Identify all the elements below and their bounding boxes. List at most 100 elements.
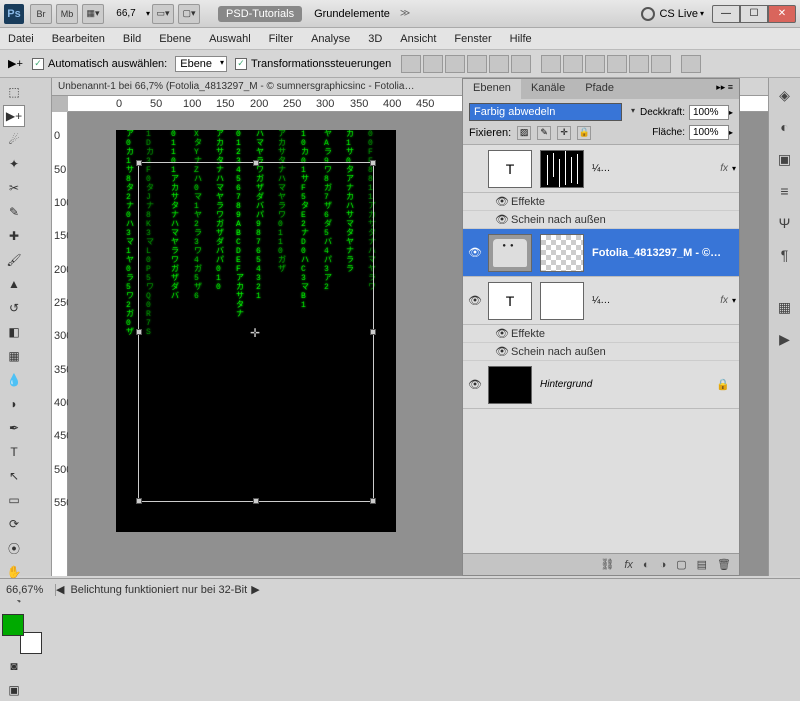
opacity-input[interactable]: 100% <box>689 105 729 120</box>
dock-para-icon[interactable]: ¶ <box>774 244 796 266</box>
handle-mid-right[interactable] <box>370 329 376 335</box>
panel-menu-icon[interactable]: ▸▸ ≡ <box>710 79 739 99</box>
visibility-icon[interactable]: 👁 <box>466 246 484 259</box>
type-tool[interactable]: T <box>3 441 25 463</box>
visibility-icon[interactable]: 👁 <box>466 294 484 307</box>
cs-live[interactable]: CS Live▾ <box>641 7 704 21</box>
dock-history-icon[interactable]: ≡ <box>774 180 796 202</box>
menu-analysis[interactable]: Analyse <box>311 33 350 45</box>
menu-image[interactable]: Bild <box>123 33 141 45</box>
gradient-tool[interactable]: ▦ <box>3 345 25 367</box>
handle-bot-left[interactable] <box>136 498 142 504</box>
lock-trans-icon[interactable]: ▨ <box>517 126 531 140</box>
3d-tool[interactable]: ⟳ <box>3 513 25 535</box>
workspace-more-icon[interactable]: ≫ <box>400 8 410 19</box>
layer-name[interactable]: ¼… <box>588 295 720 306</box>
menu-layer[interactable]: Ebene <box>159 33 191 45</box>
dock-actions-icon[interactable]: ▶ <box>774 328 796 350</box>
menu-filter[interactable]: Filter <box>269 33 293 45</box>
group-icon[interactable]: ▢ <box>676 558 686 571</box>
history-tool[interactable]: ↺ <box>3 297 25 319</box>
eraser-tool[interactable]: ◧ <box>3 321 25 343</box>
foreground-color[interactable] <box>2 614 24 636</box>
layer-thumb-text[interactable]: T <box>488 150 532 188</box>
lock-pos-icon[interactable]: ✛ <box>557 126 571 140</box>
path-tool[interactable]: ↖ <box>3 465 25 487</box>
window-minimize-button[interactable]: — <box>712 5 740 23</box>
tab-paths[interactable]: Pfade <box>575 79 624 99</box>
transform-center-icon[interactable]: ✛ <box>250 326 262 338</box>
healing-tool[interactable]: ✚ <box>3 225 25 247</box>
magicwand-tool[interactable]: ✦ <box>3 153 25 175</box>
visibility-icon[interactable]: 👁 <box>493 327 511 340</box>
handle-bot-mid[interactable] <box>253 498 259 504</box>
bridge-button[interactable]: Br <box>30 4 52 24</box>
effects-line[interactable]: 👁Effekte <box>463 325 739 343</box>
layer-thumb-text[interactable]: T <box>488 282 532 320</box>
lock-pixels-icon[interactable]: ✎ <box>537 126 551 140</box>
layer-row[interactable]: 👁 T ¼… fx▾ <box>463 277 739 325</box>
layer-name[interactable]: Fotolia_4813297_M - ©… <box>588 247 736 259</box>
visibility-icon[interactable]: 👁 <box>493 213 511 226</box>
zoom-dropdown[interactable]: 66,7 <box>106 8 146 19</box>
layer-mask-thumb[interactable] <box>540 150 584 188</box>
layer-mask-chk[interactable] <box>540 234 584 272</box>
dock-char-icon[interactable]: Ψ <box>774 212 796 234</box>
align-left-icon[interactable] <box>467 55 487 73</box>
visibility-icon[interactable]: 👁 <box>493 195 511 208</box>
new-layer-icon[interactable]: ▤ <box>697 558 707 571</box>
mask-icon[interactable]: ◐ <box>643 559 650 571</box>
fx-badge[interactable]: fx <box>720 295 728 306</box>
fill-input[interactable]: 100% <box>689 125 729 140</box>
effects-line[interactable]: 👁Effekte <box>463 193 739 211</box>
layer-mask-marble[interactable] <box>540 282 584 320</box>
dock-masks-icon[interactable]: ▣ <box>774 148 796 170</box>
crop-tool[interactable]: ✂ <box>3 177 25 199</box>
window-close-button[interactable]: ✕ <box>768 5 796 23</box>
view-extras-button[interactable]: ▦▾ <box>82 4 104 24</box>
dist-5-icon[interactable] <box>629 55 649 73</box>
arrange-button[interactable]: ▭▾ <box>152 4 174 24</box>
dist-6-icon[interactable] <box>651 55 671 73</box>
trash-icon[interactable]: 🗑 <box>717 558 731 571</box>
menu-help[interactable]: Hilfe <box>510 33 532 45</box>
fx-badge[interactable]: fx <box>720 163 728 174</box>
autoselect-checkbox[interactable]: ✓ <box>32 58 44 70</box>
window-maximize-button[interactable]: ☐ <box>740 5 768 23</box>
layer-row[interactable]: 👁 Hintergrund 🔒 <box>463 361 739 409</box>
layer-name[interactable]: ¼… <box>588 163 720 174</box>
status-nav-right-icon[interactable]: ▶ <box>251 583 259 596</box>
effects-line[interactable]: 👁Schein nach außen <box>463 343 739 361</box>
align-bottom-icon[interactable] <box>445 55 465 73</box>
dock-adjust-icon[interactable]: ◐ <box>774 116 796 138</box>
3d-camera-tool[interactable]: ⦿ <box>3 537 25 559</box>
menu-view[interactable]: Ansicht <box>400 33 436 45</box>
status-nav-left-icon[interactable]: ◀ <box>56 583 64 596</box>
dock-layers-icon[interactable]: ◈ <box>774 84 796 106</box>
tab-channels[interactable]: Kanäle <box>521 79 575 99</box>
layer-thumb-photo[interactable] <box>488 234 532 272</box>
adjust-icon[interactable]: ◑ <box>660 559 667 571</box>
lock-all-icon[interactable]: 🔒 <box>577 126 591 140</box>
menu-file[interactable]: Datei <box>8 33 34 45</box>
layer-name[interactable]: Hintergrund <box>536 379 716 390</box>
transform-bounds[interactable]: ✛ <box>138 162 374 502</box>
dock-nav-icon[interactable]: ▦ <box>774 296 796 318</box>
handle-bot-right[interactable] <box>370 498 376 504</box>
stamp-tool[interactable]: ▲ <box>3 273 25 295</box>
auto-align-icon[interactable] <box>681 55 701 73</box>
autoselect-target-select[interactable]: Ebene <box>175 56 227 72</box>
align-hcenter-icon[interactable] <box>489 55 509 73</box>
visibility-icon[interactable]: 👁 <box>493 345 511 358</box>
handle-top-right[interactable] <box>370 160 376 166</box>
pen-tool[interactable]: ✒ <box>3 417 25 439</box>
dist-1-icon[interactable] <box>541 55 561 73</box>
dist-3-icon[interactable] <box>585 55 605 73</box>
menu-edit[interactable]: Bearbeiten <box>52 33 105 45</box>
tab-layers[interactable]: Ebenen <box>463 79 521 99</box>
screenmode-button[interactable]: ▢▾ <box>178 4 200 24</box>
blur-tool[interactable]: 💧 <box>3 369 25 391</box>
layer-row-selected[interactable]: 👁 Fotolia_4813297_M - ©… <box>463 229 739 277</box>
layer-row[interactable]: T ¼… fx▾ <box>463 145 739 193</box>
effects-line[interactable]: 👁Schein nach außen <box>463 211 739 229</box>
